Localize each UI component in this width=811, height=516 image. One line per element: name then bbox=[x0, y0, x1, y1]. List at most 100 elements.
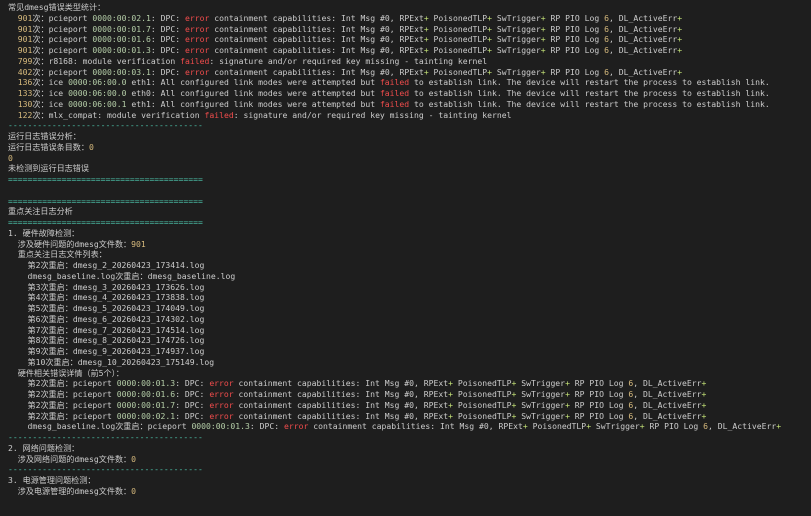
log-text: PoisonedTLP bbox=[452, 410, 512, 421]
log-num-text: 136 bbox=[17, 77, 33, 88]
log-text: , DL_ActiveErr bbox=[708, 421, 777, 432]
log-count-text: 901 bbox=[131, 238, 146, 249]
log-text: : DPC: bbox=[175, 389, 210, 399]
terminal-line: ======================================== bbox=[8, 174, 811, 185]
log-text: eth1: All configured link modes were att… bbox=[126, 77, 380, 88]
terminal-output[interactable]: 常见dmesg错误类型统计： 901次：pcieport 0000:00:02.… bbox=[0, 0, 811, 516]
terminal-line: 799次：r8168: module verification failed: … bbox=[8, 56, 811, 67]
log-text: 第2次重启：pcieport bbox=[8, 410, 117, 421]
terminal-line: 第5次重启：dmesg_5_20260423_174049.log bbox=[8, 303, 811, 314]
log-text: 2. 网络问题检测： bbox=[8, 442, 80, 453]
terminal-line: 第7次重启：dmesg_7_20260423_174514.log bbox=[8, 325, 811, 336]
log-plus-text: + bbox=[701, 378, 707, 389]
log-err-text: failed bbox=[379, 98, 410, 109]
log-num-text: 901 bbox=[17, 23, 33, 34]
terminal-line: 3. 电源管理问题检测： bbox=[8, 475, 811, 486]
log-text: 次：ice bbox=[32, 98, 69, 109]
log-text: containment capabilities: Int Msg #0, RP… bbox=[233, 378, 449, 389]
terminal-line: 第4次重启：dmesg_4_20260423_173838.log bbox=[8, 292, 811, 303]
log-err-text: error bbox=[209, 378, 234, 389]
terminal-line: 第8次重启：dmesg_8_20260423_174726.log bbox=[8, 335, 811, 346]
log-text: RP PIO Log bbox=[545, 23, 605, 34]
log-err-text: error bbox=[185, 12, 210, 23]
log-hex-text: 0000:00:01.6 bbox=[92, 34, 151, 45]
terminal-line: 重点关注日志分析 bbox=[8, 206, 811, 217]
log-text: containment capabilities: Int Msg #0, RP… bbox=[209, 45, 424, 55]
log-text: , DL_ActiveErr bbox=[633, 378, 702, 389]
log-text: 次：mlx_compat: module verification bbox=[32, 109, 205, 120]
log-err-text: failed bbox=[379, 77, 410, 88]
log-text: RP PIO Log bbox=[545, 66, 605, 77]
log-text: to establish link. The device will resta… bbox=[409, 77, 770, 88]
log-text: containment capabilities: Int Msg #0, RP… bbox=[233, 410, 449, 421]
log-plus-text: + bbox=[776, 421, 782, 432]
terminal-line: 第2次重启：pcieport 0000:00:02.1: DPC: error … bbox=[8, 411, 811, 422]
log-text: SwTrigger bbox=[516, 389, 566, 399]
log-plus-text: + bbox=[677, 12, 683, 23]
log-text: PoisonedTLP bbox=[452, 378, 512, 389]
terminal-line: 涉及电源管理的dmesg文件数：0 bbox=[8, 486, 811, 497]
terminal-line: 122次：mlx_compat: module verification fai… bbox=[8, 110, 811, 121]
log-text: : DPC: bbox=[175, 399, 210, 410]
terminal-line: 第10次重启：dmesg_10_20260423_175149.log bbox=[8, 357, 811, 368]
terminal-line: 硬件相关错误详情（前5个）： bbox=[8, 368, 811, 379]
log-err-text: error bbox=[185, 45, 210, 55]
log-text: PoisonedTLP bbox=[428, 45, 488, 55]
log-err-text: error bbox=[185, 23, 210, 34]
terminal-line: ---------------------------------------- bbox=[8, 120, 811, 131]
log-text: : DPC: bbox=[150, 45, 186, 55]
terminal-line: ======================================== bbox=[8, 196, 811, 207]
log-text: PoisonedTLP bbox=[428, 23, 488, 34]
log-err-text: error bbox=[284, 421, 309, 432]
log-plus-text: + bbox=[701, 389, 707, 399]
log-text: SwTrigger bbox=[492, 34, 541, 45]
log-num-text: 133 bbox=[17, 88, 33, 98]
log-text: 涉及硬件问题的dmesg文件数： bbox=[8, 238, 132, 249]
log-text: 涉及电源管理的dmesg文件数： bbox=[8, 485, 132, 496]
terminal-line: 第2次重启：dmesg_2_20260423_173414.log bbox=[8, 260, 811, 271]
terminal-line: 涉及硬件问题的dmesg文件数：901 bbox=[8, 239, 811, 250]
log-err-text: failed bbox=[204, 109, 234, 120]
log-hex-text: 0000:00:03.1 bbox=[92, 66, 151, 77]
log-text: 次：ice bbox=[32, 77, 69, 88]
log-err-text: error bbox=[209, 399, 234, 410]
terminal-line: 第2次重启：pcieport 0000:00:01.3: DPC: error … bbox=[8, 378, 811, 389]
log-text: 次：pcieport bbox=[32, 34, 93, 45]
log-text: , DL_ActiveErr bbox=[633, 389, 702, 399]
log-text: SwTrigger bbox=[492, 66, 541, 77]
log-text: SwTrigger bbox=[516, 410, 566, 421]
log-text: PoisonedTLP bbox=[452, 389, 512, 399]
log-text: 第5次重启：dmesg_5_20260423_174049.log bbox=[8, 303, 205, 313]
log-sep-text: ---------------------------------------- bbox=[8, 120, 203, 131]
terminal-line: 重点关注日志文件列表： bbox=[8, 249, 811, 260]
log-text: PoisonedTLP bbox=[428, 66, 488, 77]
log-err-text: error bbox=[185, 66, 210, 77]
log-text: 第2次重启：pcieport bbox=[8, 378, 117, 389]
log-text: containment capabilities: Int Msg #0, RP… bbox=[233, 389, 449, 399]
log-text: , DL_ActiveErr bbox=[609, 34, 678, 45]
log-text: 常见dmesg错误类型统计： bbox=[8, 2, 106, 12]
log-text: 第8次重启：dmesg_8_20260423_174726.log bbox=[8, 335, 205, 346]
log-text: PoisonedTLP bbox=[428, 34, 488, 45]
log-num-text: 901 bbox=[17, 12, 33, 23]
log-text: : signature and/or required key missing … bbox=[233, 109, 512, 120]
log-num-text: 901 bbox=[17, 45, 33, 55]
log-num-text: 402 bbox=[17, 66, 33, 77]
log-text: PoisonedTLP bbox=[527, 421, 587, 432]
terminal-line: ======================================== bbox=[8, 217, 811, 228]
log-text: to establish link. The device will resta… bbox=[409, 88, 770, 98]
log-text: 运行日志错误分析： bbox=[8, 131, 81, 141]
terminal-line: 1. 硬件故障检测： bbox=[8, 228, 811, 239]
log-text: SwTrigger bbox=[492, 23, 541, 34]
terminal-line: 901次：pcieport 0000:00:01.3: DPC: error c… bbox=[8, 45, 811, 56]
log-text: 运行日志错误条目数： bbox=[8, 141, 89, 152]
log-text: eth0: All configured link modes were att… bbox=[126, 88, 380, 98]
log-text: 重点关注日志分析 bbox=[8, 206, 73, 217]
log-text: : DPC: bbox=[150, 66, 186, 77]
